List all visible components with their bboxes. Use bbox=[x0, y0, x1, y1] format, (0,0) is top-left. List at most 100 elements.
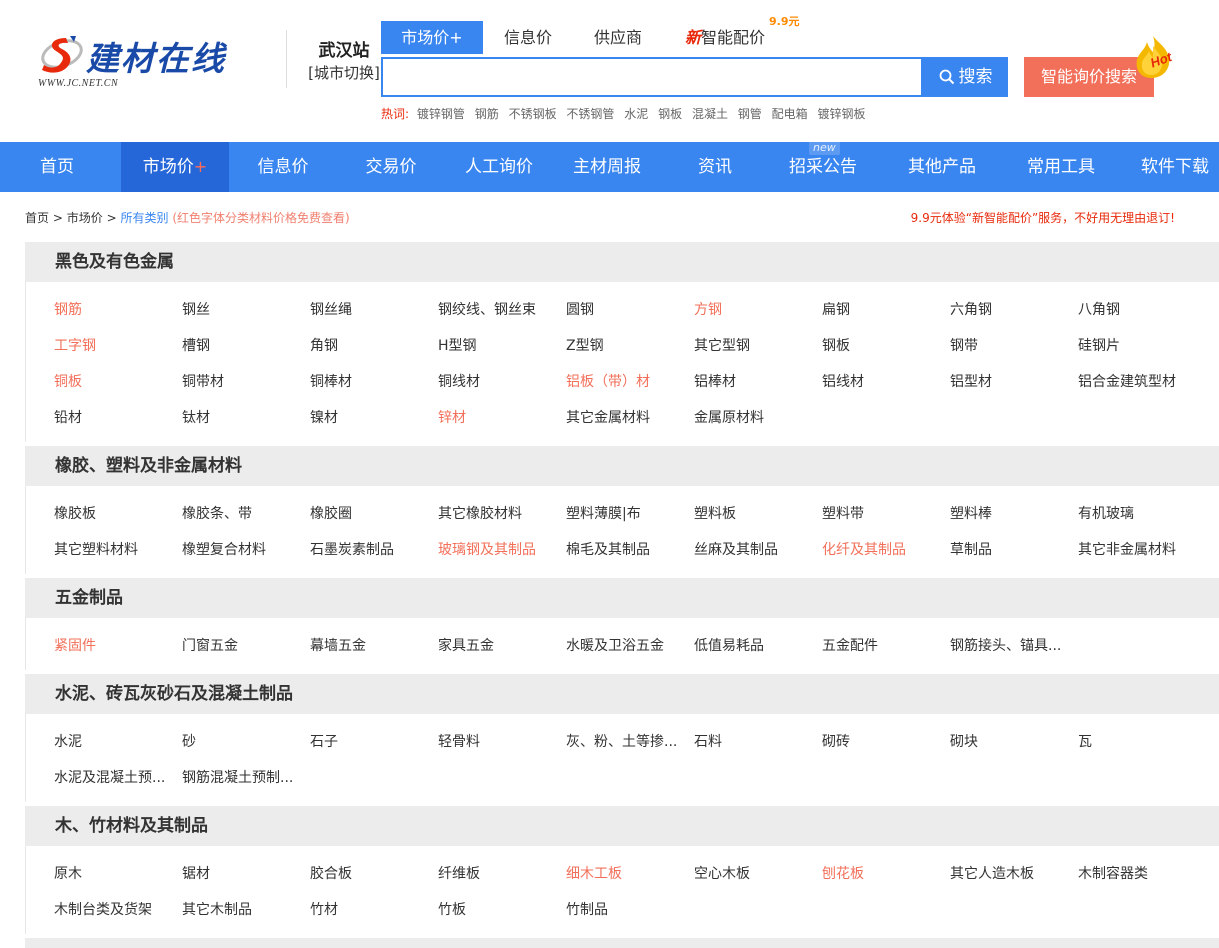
category-link[interactable]: 角钢 bbox=[310, 336, 338, 356]
category-link[interactable]: 钢绞线、钢丝束 bbox=[438, 300, 536, 320]
category-link[interactable]: 钢筋混凝土预制... bbox=[182, 768, 293, 788]
category-link[interactable]: 紧固件 bbox=[54, 636, 96, 656]
site-logo[interactable]: 建材在线 WWW.JC.NET.CN bbox=[36, 28, 256, 94]
category-link[interactable]: 轻骨料 bbox=[438, 732, 480, 752]
category-link[interactable]: H型钢 bbox=[438, 336, 477, 356]
category-link[interactable]: 塑料棒 bbox=[950, 504, 992, 524]
category-link[interactable]: 玻璃钢及其制品 bbox=[438, 540, 536, 560]
search-tab-smart-pricing[interactable]: 新智能配价 9.9元 bbox=[685, 15, 805, 54]
category-link[interactable]: 纤维板 bbox=[438, 864, 480, 884]
category-link[interactable]: 钢丝绳 bbox=[310, 300, 352, 320]
hot-word[interactable]: 配电箱 bbox=[772, 107, 808, 121]
category-link[interactable]: 木制容器类 bbox=[1078, 864, 1148, 884]
category-link[interactable]: 橡胶圈 bbox=[310, 504, 352, 524]
nav-item-trade-price[interactable]: 交易价 bbox=[337, 142, 445, 192]
nav-item-news[interactable]: 资讯 bbox=[661, 142, 769, 192]
hot-word[interactable]: 镀锌钢管 bbox=[417, 107, 465, 121]
category-link[interactable]: 灰、粉、土等掺... bbox=[566, 732, 677, 752]
hot-word[interactable]: 水泥 bbox=[624, 107, 648, 121]
category-link[interactable]: 橡塑复合材料 bbox=[182, 540, 266, 560]
category-link[interactable]: 硅钢片 bbox=[1078, 336, 1120, 356]
category-link[interactable]: 砂 bbox=[182, 732, 196, 752]
search-tab-supplier[interactable]: 供应商 bbox=[573, 21, 663, 54]
category-link[interactable]: 镍材 bbox=[310, 408, 338, 428]
nav-item-other-products[interactable]: 其他产品 bbox=[880, 142, 1004, 192]
category-link[interactable]: 钢筋 bbox=[54, 300, 82, 320]
search-tab-info-price[interactable]: 信息价 bbox=[483, 21, 573, 54]
category-link[interactable]: 低值易耗品 bbox=[694, 636, 764, 656]
category-link[interactable]: 棉毛及其制品 bbox=[566, 540, 650, 560]
search-button[interactable]: 搜索 bbox=[923, 57, 1008, 97]
category-link[interactable]: 竹板 bbox=[438, 900, 466, 920]
category-link[interactable]: 原木 bbox=[54, 864, 82, 884]
category-link[interactable]: 砌块 bbox=[950, 732, 978, 752]
nav-item-tenders[interactable]: 招采公告 new bbox=[769, 141, 877, 192]
category-link[interactable]: 工字钢 bbox=[54, 336, 96, 356]
category-link[interactable]: 钢板 bbox=[822, 336, 850, 356]
search-tab-market-price[interactable]: 市场价+ bbox=[381, 21, 483, 54]
category-link[interactable]: 竹制品 bbox=[566, 900, 608, 920]
search-input[interactable] bbox=[383, 59, 921, 95]
category-link[interactable]: 锌材 bbox=[438, 408, 466, 428]
category-link[interactable]: 砌砖 bbox=[822, 732, 850, 752]
category-link[interactable]: 草制品 bbox=[950, 540, 992, 560]
category-link[interactable]: 水泥及混凝土预... bbox=[54, 768, 165, 788]
category-link[interactable]: 有机玻璃 bbox=[1078, 504, 1134, 524]
hot-word[interactable]: 钢管 bbox=[738, 107, 762, 121]
nav-item-tools[interactable]: 常用工具 bbox=[1004, 142, 1118, 192]
category-link[interactable]: 钢带 bbox=[950, 336, 978, 356]
category-link[interactable]: 塑料板 bbox=[694, 504, 736, 524]
hot-word[interactable]: 镀锌钢板 bbox=[817, 107, 865, 121]
category-link[interactable]: 胶合板 bbox=[310, 864, 352, 884]
category-link[interactable]: 铜带材 bbox=[182, 372, 224, 392]
category-link[interactable]: 塑料带 bbox=[822, 504, 864, 524]
category-link[interactable]: 八角钢 bbox=[1078, 300, 1120, 320]
category-link[interactable]: 圆钢 bbox=[566, 300, 594, 320]
category-link[interactable]: 石墨炭素制品 bbox=[310, 540, 394, 560]
category-link[interactable]: 门窗五金 bbox=[182, 636, 238, 656]
category-link[interactable]: 空心木板 bbox=[694, 864, 750, 884]
hot-word[interactable]: 不锈钢板 bbox=[509, 107, 557, 121]
category-link[interactable]: 其它人造木板 bbox=[950, 864, 1034, 884]
category-link[interactable]: 铝板（带）材 bbox=[566, 372, 650, 392]
category-link[interactable]: 其它橡胶材料 bbox=[438, 504, 522, 524]
category-link[interactable]: 石料 bbox=[694, 732, 722, 752]
category-link[interactable]: 其它非金属材料 bbox=[1078, 540, 1176, 560]
category-link[interactable]: 锯材 bbox=[182, 864, 210, 884]
category-link[interactable]: 刨花板 bbox=[822, 864, 864, 884]
category-link[interactable]: 其它型钢 bbox=[694, 336, 750, 356]
category-link[interactable]: 铅材 bbox=[54, 408, 82, 428]
category-link[interactable]: 水泥 bbox=[54, 732, 82, 752]
category-link[interactable]: 家具五金 bbox=[438, 636, 494, 656]
hot-word[interactable]: 混凝土 bbox=[692, 107, 728, 121]
breadcrumb-market[interactable]: 市场价 bbox=[67, 211, 103, 225]
category-link[interactable]: 钢筋接头、锚具... bbox=[950, 636, 1061, 656]
nav-item-software-download[interactable]: 软件下载 bbox=[1118, 142, 1219, 192]
category-link[interactable]: 丝麻及其制品 bbox=[694, 540, 778, 560]
category-link[interactable]: 细木工板 bbox=[566, 864, 622, 884]
hot-word[interactable]: 不锈钢管 bbox=[566, 107, 614, 121]
category-link[interactable]: 五金配件 bbox=[822, 636, 878, 656]
category-link[interactable]: 木制台类及货架 bbox=[54, 900, 152, 920]
category-link[interactable]: 其它金属材料 bbox=[566, 408, 650, 428]
category-link[interactable]: 钛材 bbox=[182, 408, 210, 428]
category-link[interactable]: 其它木制品 bbox=[182, 900, 252, 920]
hot-word[interactable]: 钢板 bbox=[658, 107, 682, 121]
category-link[interactable]: 橡胶条、带 bbox=[182, 504, 252, 524]
category-link[interactable]: 铜线材 bbox=[438, 372, 480, 392]
nav-item-market-price[interactable]: 市场价+ bbox=[121, 142, 229, 192]
category-link[interactable]: 铝型材 bbox=[950, 372, 992, 392]
category-link[interactable]: 六角钢 bbox=[950, 300, 992, 320]
nav-item-info-price[interactable]: 信息价 bbox=[229, 142, 337, 192]
category-link[interactable]: 橡胶板 bbox=[54, 504, 96, 524]
category-link[interactable]: 铜板 bbox=[54, 372, 82, 392]
category-link[interactable]: 水暖及卫浴五金 bbox=[566, 636, 664, 656]
nav-item-home[interactable]: 首页 bbox=[0, 142, 114, 192]
category-link[interactable]: 铜棒材 bbox=[310, 372, 352, 392]
promo-link[interactable]: 9.9元体验“新智能配价”服务，不好用无理由退订! bbox=[911, 209, 1175, 226]
category-link[interactable]: Z型钢 bbox=[566, 336, 604, 356]
category-link[interactable]: 塑料薄膜|布 bbox=[566, 504, 641, 524]
category-link[interactable]: 铝棒材 bbox=[694, 372, 736, 392]
category-link[interactable]: 幕墙五金 bbox=[310, 636, 366, 656]
breadcrumb-home[interactable]: 首页 bbox=[25, 211, 49, 225]
